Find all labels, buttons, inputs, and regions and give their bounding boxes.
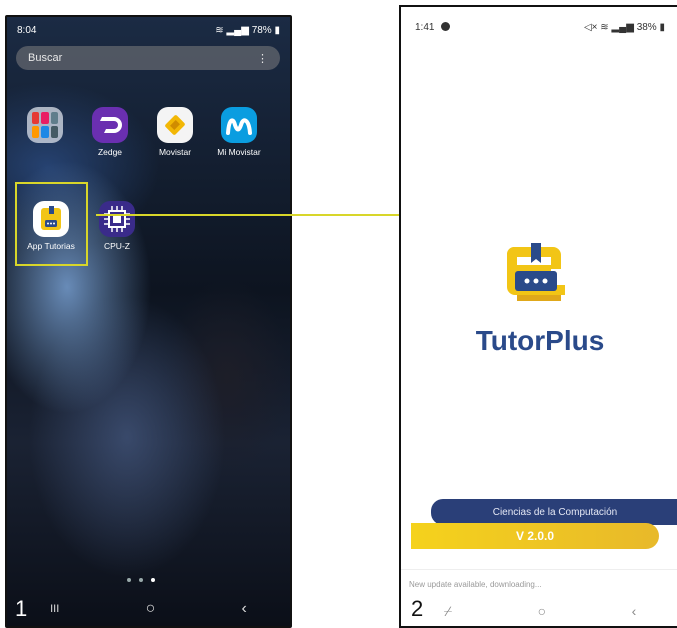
page-indicator (127, 578, 155, 582)
search-placeholder: Buscar (28, 52, 63, 64)
app-label: CPU-Z (104, 241, 130, 251)
home-button[interactable]: ○ (146, 600, 156, 618)
folder-icon (27, 107, 63, 143)
navigation-bar: ⌿ ○ ‹ (401, 596, 677, 626)
zedge-icon (92, 107, 128, 143)
app-folder[interactable] (13, 107, 77, 147)
home-button[interactable]: ○ (538, 603, 546, 619)
movistar-m-icon (221, 107, 257, 143)
status-icons: ≋ ▂▄▆ 78% ▮ (215, 25, 280, 36)
wifi-icon: ≋ (215, 24, 224, 36)
status-time: 1:41 (415, 21, 435, 33)
connector-line (96, 214, 402, 216)
battery-icon: ▮ (659, 21, 665, 33)
search-bar[interactable]: Buscar ⋮ (16, 46, 280, 70)
divider (401, 569, 677, 570)
app-mi-movistar[interactable]: Mi Movistar (207, 107, 271, 157)
battery-icon: ▮ (274, 24, 280, 36)
signal-icon: ▂▄▆ (226, 24, 249, 36)
status-icons: ◁× ≋ ▂▄▆ 38% ▮ (584, 22, 665, 33)
tutorplus-logo-icon (507, 243, 565, 301)
battery-level: 78% (251, 24, 272, 36)
wifi-icon: ≋ (600, 21, 609, 33)
status-time: 8:04 (17, 24, 37, 36)
app-label: Movistar (158, 147, 192, 157)
notification-icon (441, 22, 451, 32)
navigation-bar: III ○ ‹ (7, 592, 290, 626)
cpu-chip-icon (99, 201, 135, 237)
version-banner: V 2.0.0 (411, 523, 659, 549)
phone-splash-screen: 1:41 ◁× ≋ ▂▄▆ 38% ▮ TutorPlus Ciencias d… (399, 5, 677, 628)
signal-icon: ▂▄▆ (611, 21, 634, 33)
status-bar: 1:41 ◁× ≋ ▂▄▆ 38% ▮ (401, 7, 677, 47)
back-button[interactable]: ‹ (632, 603, 637, 619)
status-left: 1:41 (415, 21, 451, 33)
app-label: Mi Movistar (217, 147, 261, 157)
status-bar: 8:04 ≋ ▂▄▆ 78% ▮ (7, 17, 290, 43)
sim-card-icon (157, 107, 193, 143)
page-dot (139, 578, 143, 582)
recents-button[interactable]: ⌿ (444, 603, 452, 620)
more-options-icon[interactable]: ⋮ (257, 52, 268, 65)
page-dot-active (151, 578, 155, 582)
app-brand-name: TutorPlus (475, 325, 605, 356)
page-dot (127, 578, 131, 582)
app-zedge[interactable]: Zedge (78, 107, 142, 157)
back-button[interactable]: ‹ (242, 600, 247, 618)
update-message: New update available, downloading... (409, 580, 542, 589)
mute-icon: ◁× (583, 21, 598, 33)
app-label: Zedge (97, 147, 123, 157)
app-highlight-box (15, 182, 88, 266)
app-cpu-z[interactable]: CPU-Z (85, 201, 149, 251)
battery-level: 38% (636, 21, 657, 33)
app-movistar[interactable]: Movistar (143, 107, 207, 157)
recents-button[interactable]: III (50, 603, 59, 615)
faculty-banner: Ciencias de la Computación (431, 499, 677, 525)
phone-home-screen: 8:04 ≋ ▂▄▆ 78% ▮ Buscar ⋮ Zedge Movistar (5, 15, 292, 628)
